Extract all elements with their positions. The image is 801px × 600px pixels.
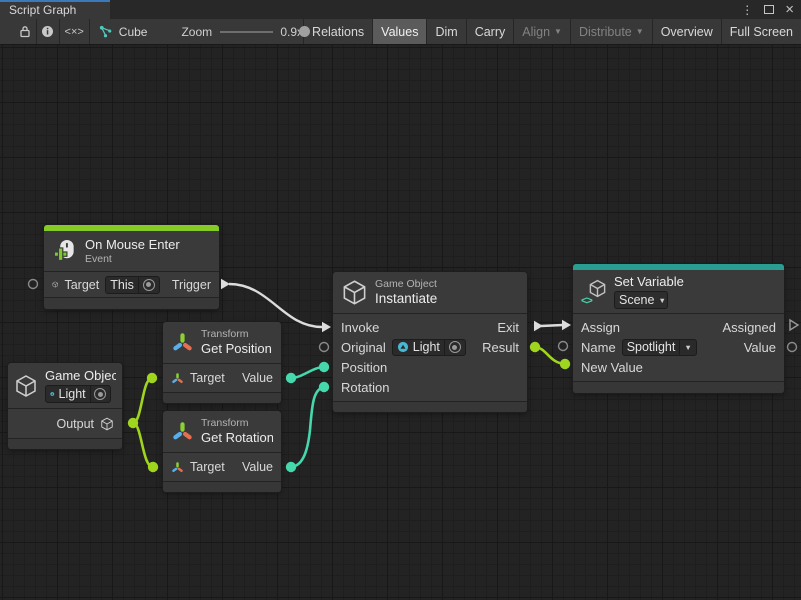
relations-button[interactable]: Relations (304, 19, 372, 44)
node-footer (44, 297, 219, 309)
node-title: Game Object (45, 368, 116, 384)
value-port-label: Value (242, 460, 273, 474)
window-controls: ⋮ × (741, 0, 794, 19)
trigger-port-label: Trigger (172, 278, 211, 292)
node-title: Instantiate (375, 291, 437, 307)
transform-icon (171, 372, 184, 385)
object-picker-icon[interactable] (449, 341, 461, 353)
chevron-down-icon: ▼ (554, 28, 562, 36)
info-icon (41, 25, 54, 38)
maximize-icon[interactable] (764, 5, 774, 14)
node-title: Get Position (201, 341, 272, 357)
align-dropdown[interactable]: Align ▼ (513, 19, 570, 44)
cube-icon (14, 374, 38, 398)
tab-bar: Script Graph ⋮ × (0, 0, 801, 19)
name-port-label: Name (581, 340, 616, 355)
zoom-slider-track (220, 31, 273, 33)
assign-port-label: Assign (581, 320, 620, 335)
lock-button[interactable] (14, 19, 36, 44)
target-port-label: Target (190, 371, 225, 385)
overview-button[interactable]: Overview (652, 19, 721, 44)
unity-object-icon (50, 388, 55, 400)
set-variable-icon: <> (581, 279, 607, 305)
graph-breadcrumb[interactable]: Cube (98, 24, 148, 39)
transform-icon (171, 331, 194, 354)
transform-icon (171, 461, 184, 474)
cube-icon (52, 277, 58, 292)
graph-toolbar: <×> Cube Zoom 0.9x Relations Values Dim … (0, 19, 801, 45)
chevron-down-icon: ▼ (684, 343, 691, 352)
node-footer (163, 481, 281, 492)
invoke-port-label: Invoke (341, 320, 379, 335)
variable-scope-dropdown[interactable]: Scene ▼ (614, 291, 668, 309)
node-title: Get Rotation (201, 430, 273, 446)
carry-button[interactable]: Carry (466, 19, 514, 44)
window-menu-icon[interactable]: ⋮ (741, 4, 753, 16)
node-on-mouse-enter[interactable]: On Mouse Enter Event Target This Trigger (44, 225, 219, 309)
value-port-label: Value (242, 371, 273, 385)
new-value-port-label: New Value (581, 360, 643, 375)
position-port-label: Position (341, 360, 387, 375)
code-view-icon: <×> (65, 26, 84, 38)
lock-icon (19, 25, 31, 38)
node-category: Game Object (375, 278, 437, 291)
zoom-slider[interactable] (220, 19, 273, 44)
assigned-port-label: Assigned (723, 320, 776, 335)
full-screen-button[interactable]: Full Screen (721, 19, 801, 44)
zoom-label: Zoom (181, 25, 212, 39)
cube-icon (100, 417, 114, 431)
info-button[interactable] (37, 19, 59, 44)
toolbar-buttons: Relations Values Dim Carry Align ▼ Distr… (303, 19, 801, 44)
graph-name: Cube (119, 25, 148, 39)
node-get-position[interactable]: Transform Get Position Target Value (163, 322, 281, 403)
original-port-label: Original (341, 340, 386, 355)
object-value-field[interactable]: Light (45, 385, 111, 403)
variable-name-dropdown[interactable]: Spotlight ▼ (622, 339, 697, 356)
node-subtitle: Event (85, 253, 180, 266)
result-port-label: Result (482, 340, 519, 355)
target-value-field[interactable]: This (105, 276, 160, 294)
chevron-down-icon: ▼ (636, 28, 644, 36)
node-instantiate[interactable]: Game Object Instantiate Invoke Exit Orig… (333, 272, 527, 412)
toolbar-divider (89, 19, 90, 44)
original-value-field[interactable]: Light (392, 339, 466, 356)
cube-icon (341, 279, 368, 306)
distribute-dropdown[interactable]: Distribute ▼ (570, 19, 652, 44)
unity-script-graph-window: { "window": { "tab_title": "Script Graph… (0, 0, 801, 600)
node-title: On Mouse Enter (85, 237, 180, 253)
target-port-label: Target (190, 460, 225, 474)
node-category: Transform (201, 328, 272, 341)
node-get-rotation[interactable]: Transform Get Rotation Target Value (163, 411, 281, 492)
transform-icon (171, 420, 194, 443)
node-footer (573, 381, 784, 393)
tab-title: Script Graph (9, 3, 76, 17)
object-picker-icon[interactable] (94, 388, 106, 400)
rotation-port-label: Rotation (341, 380, 389, 395)
target-port-label: Target (64, 278, 99, 292)
node-footer (163, 392, 281, 403)
node-title: Set Variable (614, 274, 684, 290)
node-set-variable[interactable]: <> Set Variable Scene ▼ Assign Assigned … (573, 264, 784, 393)
object-picker-icon[interactable] (143, 279, 155, 291)
tab-script-graph[interactable]: Script Graph (0, 0, 110, 19)
unity-object-icon (397, 341, 409, 353)
output-port-label: Output (56, 417, 94, 431)
node-footer (333, 401, 527, 412)
mouse-event-icon (52, 239, 78, 264)
node-footer (8, 438, 122, 449)
dim-button[interactable]: Dim (426, 19, 465, 44)
code-view-button[interactable]: <×> (59, 19, 89, 44)
values-button[interactable]: Values (372, 19, 426, 44)
script-graph-icon (98, 24, 113, 39)
chevron-down-icon: ▼ (658, 296, 665, 305)
value-port-label: Value (744, 340, 776, 355)
node-category: Transform (201, 417, 273, 430)
close-icon[interactable]: × (785, 2, 794, 17)
exit-port-label: Exit (497, 320, 519, 335)
node-game-object-literal[interactable]: Game Object Light Output (8, 363, 122, 449)
